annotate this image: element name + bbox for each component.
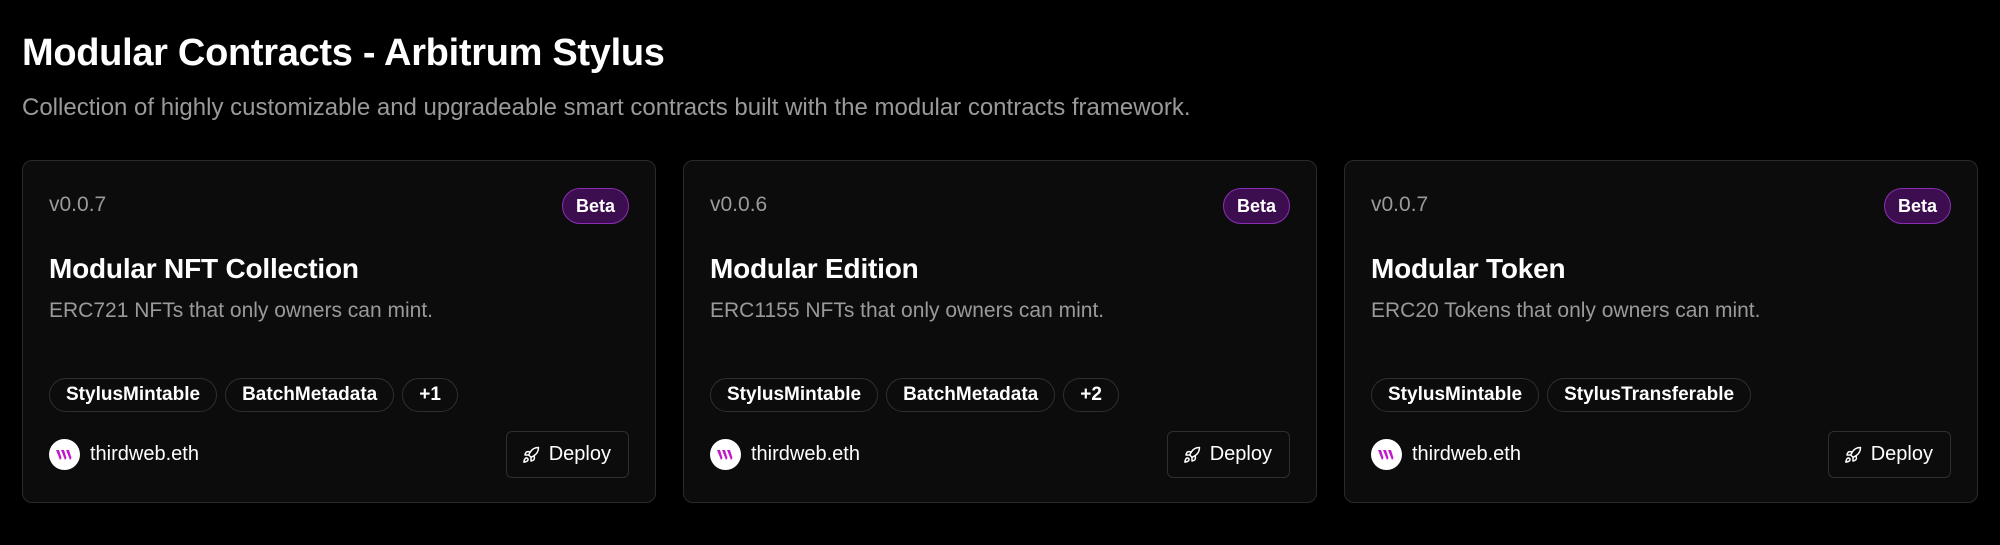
contract-card[interactable]: v0.0.7 Beta Modular NFT Collection ERC72… (22, 160, 656, 503)
deploy-label: Deploy (548, 443, 611, 465)
version-label: v0.0.6 (710, 193, 768, 216)
deploy-button[interactable]: Deploy (505, 431, 629, 478)
publisher[interactable]: thirdweb.eth (710, 439, 860, 470)
more-tags-chip[interactable]: +2 (1063, 378, 1119, 412)
page: Modular Contracts - Arbitrum Stylus Coll… (0, 0, 2000, 545)
beta-badge: Beta (561, 188, 629, 224)
contract-description: ERC1155 NFTs that only owners can mint. (710, 299, 1105, 322)
publisher[interactable]: thirdweb.eth (49, 439, 199, 470)
tag-chip: BatchMetadata (886, 378, 1056, 412)
contract-title[interactable]: Modular NFT Collection (49, 253, 359, 285)
tag-chip: StylusMintable (1371, 378, 1540, 412)
beta-badge: Beta (1222, 188, 1290, 224)
deploy-button[interactable]: Deploy (1827, 431, 1951, 478)
deploy-button[interactable]: Deploy (1166, 431, 1290, 478)
thirdweb-logo-icon (49, 439, 80, 470)
publisher-name[interactable]: thirdweb.eth (90, 443, 199, 466)
tag-chip: StylusMintable (49, 378, 218, 412)
rocket-icon (522, 446, 540, 464)
contract-cards: v0.0.7 Beta Modular NFT Collection ERC72… (22, 160, 1978, 503)
deploy-label: Deploy (1870, 443, 1933, 465)
rocket-icon (1183, 446, 1201, 464)
publisher-name[interactable]: thirdweb.eth (751, 443, 860, 466)
contract-card[interactable]: v0.0.7 Beta Modular Token ERC20 Tokens t… (1344, 160, 1978, 503)
contract-card[interactable]: v0.0.6 Beta Modular Edition ERC1155 NFTs… (683, 160, 1317, 503)
contract-title[interactable]: Modular Edition (710, 253, 919, 285)
tag-list: StylusMintable BatchMetadata +2 (710, 378, 1119, 412)
tag-chip: StylusMintable (710, 378, 879, 412)
page-subtitle: Collection of highly customizable and up… (22, 94, 1191, 121)
more-tags-chip[interactable]: +1 (402, 378, 458, 412)
rocket-icon (1844, 446, 1862, 464)
thirdweb-logo-icon (1371, 439, 1402, 470)
publisher-name[interactable]: thirdweb.eth (1412, 443, 1521, 466)
page-title: Modular Contracts - Arbitrum Stylus (22, 32, 665, 74)
tag-chip: StylusTransferable (1547, 378, 1752, 412)
version-label: v0.0.7 (1371, 193, 1429, 216)
publisher[interactable]: thirdweb.eth (1371, 439, 1521, 470)
contract-description: ERC20 Tokens that only owners can mint. (1371, 299, 1761, 322)
version-label: v0.0.7 (49, 193, 107, 216)
beta-badge: Beta (1883, 188, 1951, 224)
thirdweb-logo-icon (710, 439, 741, 470)
tag-list: StylusMintable StylusTransferable (1371, 378, 1752, 412)
deploy-label: Deploy (1209, 443, 1272, 465)
tag-list: StylusMintable BatchMetadata +1 (49, 378, 458, 412)
contract-title[interactable]: Modular Token (1371, 253, 1566, 285)
contract-description: ERC721 NFTs that only owners can mint. (49, 299, 433, 322)
tag-chip: BatchMetadata (225, 378, 395, 412)
